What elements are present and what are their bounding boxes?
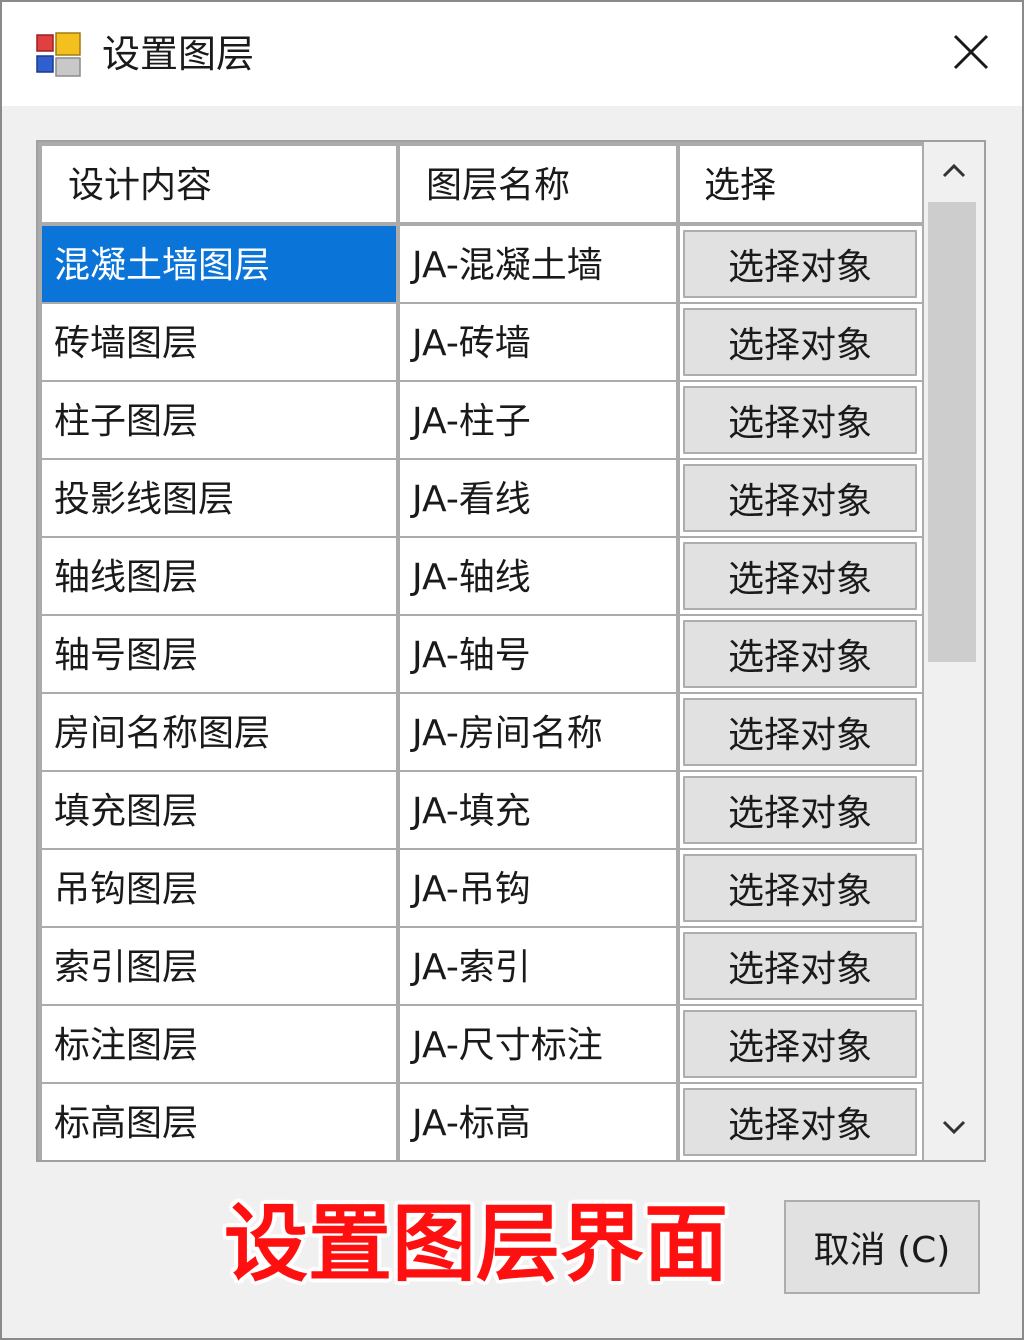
cell-design-content[interactable]: 标注图层	[42, 1006, 396, 1082]
cell-design-content[interactable]: 索引图层	[42, 928, 396, 1004]
cell-text: JA-吊钩	[412, 869, 531, 910]
select-object-button[interactable]: 选择对象	[683, 308, 917, 376]
column-header-select[interactable]: 选择	[680, 146, 922, 222]
cell-layer-name[interactable]: JA-混凝土墙	[400, 226, 676, 302]
select-object-button[interactable]: 选择对象	[683, 464, 917, 532]
cell-select: 选择对象	[680, 616, 922, 692]
cell-design-content[interactable]: 填充图层	[42, 772, 396, 848]
column-header-layer[interactable]: 图层名称	[400, 146, 676, 222]
cell-text: JA-柱子	[412, 401, 531, 442]
cell-text: 标注图层	[54, 1025, 199, 1066]
cell-text: JA-看线	[412, 479, 531, 520]
column-header-content[interactable]: 设计内容	[42, 146, 396, 222]
cell-select: 选择对象	[680, 694, 922, 770]
cell-select: 选择对象	[680, 304, 922, 380]
cell-select: 选择对象	[680, 460, 922, 536]
app-icon	[36, 32, 82, 78]
cell-design-content[interactable]: 吊钩图层	[42, 850, 396, 926]
cell-design-content[interactable]: 投影线图层	[42, 460, 396, 536]
cell-text: JA-尺寸标注	[412, 1025, 603, 1066]
cell-layer-name[interactable]: JA-砖墙	[400, 304, 676, 380]
cell-layer-name[interactable]: JA-看线	[400, 460, 676, 536]
column-header-label: 图层名称	[426, 165, 571, 206]
cell-text: 吊钩图层	[54, 869, 199, 910]
layer-grid: 设计内容 图层名称 选择 混凝土墙图层 JA-混凝土墙 选择对象 砖墙图层 JA-砖墙选…	[36, 140, 986, 1162]
select-object-button[interactable]: 选择对象	[683, 620, 917, 688]
column-header-label: 设计内容	[68, 165, 213, 206]
cell-text: JA-标高	[412, 1103, 531, 1144]
cell-text: 柱子图层	[54, 401, 199, 442]
cell-text: 轴线图层	[54, 557, 199, 598]
select-object-button[interactable]: 选择对象	[683, 1088, 917, 1156]
cell-design-content[interactable]: 轴线图层	[42, 538, 396, 614]
scroll-thumb[interactable]	[928, 202, 976, 662]
cell-design-content[interactable]: 砖墙图层	[42, 304, 396, 380]
cell-text: 轴号图层	[54, 635, 199, 676]
cell-layer-name[interactable]: JA-填充	[400, 772, 676, 848]
close-icon	[951, 32, 991, 76]
cell-layer-name[interactable]: JA-房间名称	[400, 694, 676, 770]
cell-design-content[interactable]: 轴号图层	[42, 616, 396, 692]
cell-text: JA-房间名称	[412, 713, 603, 754]
column-header-label: 选择	[704, 165, 777, 206]
vertical-scrollbar[interactable]	[924, 142, 984, 1160]
overlay-caption: 设置图层界面	[224, 1195, 729, 1293]
cell-text: JA-填充	[412, 791, 531, 832]
cell-text: 索引图层	[54, 947, 199, 988]
cell-select: 选择对象	[680, 772, 922, 848]
cell-layer-name[interactable]: JA-标高	[400, 1084, 676, 1160]
dialog-window: 设置图层 设计内容 图层名称 选择 混凝土墙图层 JA-混凝土墙 选择对象 砖墙图层 J…	[0, 0, 1024, 1340]
cell-text: JA-轴线	[412, 557, 531, 598]
cell-layer-name[interactable]: JA-尺寸标注	[400, 1006, 676, 1082]
cell-design-content[interactable]: 房间名称图层	[42, 694, 396, 770]
cell-text: 混凝土墙图层	[54, 245, 271, 286]
select-object-button[interactable]: 选择对象	[683, 932, 917, 1000]
cell-select: 选择对象	[680, 538, 922, 614]
select-object-button[interactable]: 选择对象	[683, 854, 917, 922]
close-button[interactable]	[936, 22, 1006, 86]
cell-design-content[interactable]: 柱子图层	[42, 382, 396, 458]
chevron-up-icon	[940, 160, 968, 184]
cell-select: 选择对象	[680, 382, 922, 458]
cell-select: 选择对象	[680, 1006, 922, 1082]
cell-text: 标高图层	[54, 1103, 199, 1144]
cell-text: 房间名称图层	[54, 713, 271, 754]
cell-text: 填充图层	[54, 791, 199, 832]
select-object-button[interactable]: 选择对象	[683, 1010, 917, 1078]
cell-layer-name[interactable]: JA-索引	[400, 928, 676, 1004]
cell-design-content[interactable]: 标高图层	[42, 1084, 396, 1160]
cell-layer-name[interactable]: JA-轴号	[400, 616, 676, 692]
cell-select: 选择对象	[680, 226, 922, 302]
window-title: 设置图层	[102, 32, 255, 76]
cell-text: 投影线图层	[54, 479, 235, 520]
select-object-button[interactable]: 选择对象	[683, 230, 917, 298]
cell-text: JA-索引	[412, 947, 531, 988]
cell-text: JA-砖墙	[412, 323, 531, 364]
cell-select: 选择对象	[680, 850, 922, 926]
cell-design-content[interactable]: 混凝土墙图层	[42, 226, 396, 302]
cell-select: 选择对象	[680, 1084, 922, 1160]
cell-layer-name[interactable]: JA-轴线	[400, 538, 676, 614]
cell-layer-name[interactable]: JA-吊钩	[400, 850, 676, 926]
cell-select: 选择对象	[680, 928, 922, 1004]
select-object-button[interactable]: 选择对象	[683, 542, 917, 610]
select-object-button[interactable]: 选择对象	[683, 386, 917, 454]
cell-text: 砖墙图层	[54, 323, 199, 364]
cell-text: JA-轴号	[412, 635, 531, 676]
select-object-button[interactable]: 选择对象	[683, 776, 917, 844]
title-bar: 设置图层	[2, 2, 1022, 106]
cancel-button[interactable]: 取消 (C)	[784, 1200, 980, 1294]
chevron-down-icon	[940, 1118, 968, 1142]
scroll-down-button[interactable]	[924, 1100, 984, 1160]
scroll-up-button[interactable]	[924, 142, 984, 202]
select-object-button[interactable]: 选择对象	[683, 698, 917, 766]
cell-layer-name[interactable]: JA-柱子	[400, 382, 676, 458]
cell-text: JA-混凝土墙	[412, 245, 603, 286]
